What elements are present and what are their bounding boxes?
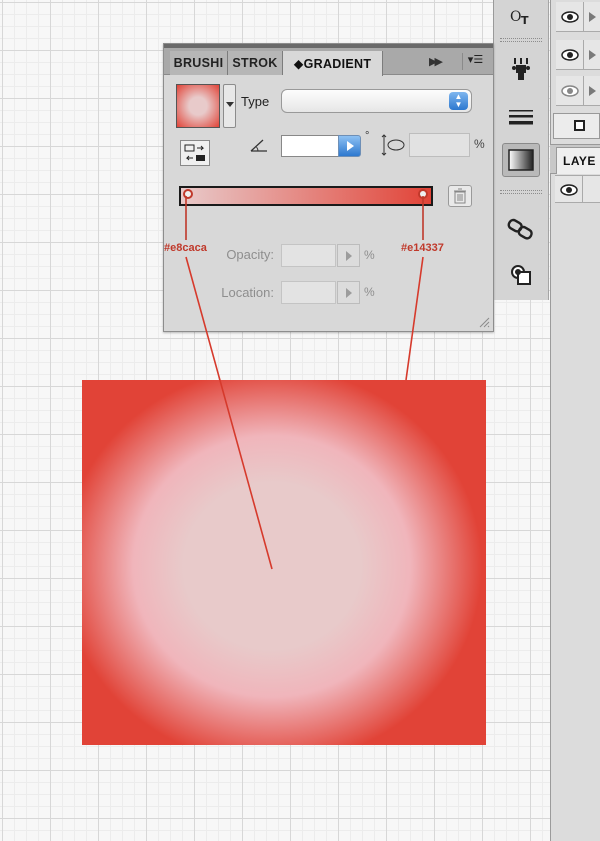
eye-icon[interactable] bbox=[556, 40, 584, 69]
angle-icon bbox=[250, 139, 267, 152]
gradient-artwork[interactable] bbox=[82, 380, 486, 745]
layer-row[interactable] bbox=[556, 76, 600, 106]
dock-separator bbox=[500, 38, 542, 42]
start-color-annotation: #e8caca bbox=[164, 242, 207, 254]
appearance-icon[interactable] bbox=[502, 258, 540, 292]
layer-row[interactable] bbox=[556, 2, 600, 32]
layers-tab-bar: LAYE bbox=[550, 144, 600, 174]
swatch-dropdown-button[interactable] bbox=[223, 84, 236, 128]
location-input[interactable] bbox=[281, 281, 336, 304]
type-label: Type bbox=[241, 94, 270, 109]
gradient-swatch[interactable] bbox=[176, 84, 220, 128]
stroke-lines-icon[interactable] bbox=[502, 100, 540, 134]
reverse-gradient-icon bbox=[184, 144, 205, 161]
gradient-icon[interactable] bbox=[502, 143, 540, 177]
trash-icon bbox=[454, 188, 466, 204]
tab-gradient[interactable]: ◆GRADIENT bbox=[283, 51, 383, 76]
links-icon[interactable] bbox=[502, 212, 540, 246]
expand-triangle-icon[interactable] bbox=[589, 86, 596, 96]
tab-stroke[interactable]: STROK bbox=[228, 51, 283, 75]
type-tool-icon[interactable]: OT bbox=[502, 0, 540, 34]
collapse-arrows-icon[interactable]: ▶▶ bbox=[429, 55, 443, 68]
expand-triangle-icon[interactable] bbox=[589, 12, 596, 22]
layers-mini-button[interactable] bbox=[553, 113, 600, 139]
svg-text:O: O bbox=[510, 9, 521, 25]
angle-dropdown-button[interactable] bbox=[338, 135, 361, 157]
dock-separator bbox=[500, 190, 542, 194]
delete-stop-button[interactable] bbox=[448, 185, 472, 207]
aspect-ratio-icon bbox=[381, 134, 405, 156]
select-arrows-icon: ▲ ▼ bbox=[449, 92, 468, 110]
type-select[interactable]: ▲ ▼ bbox=[281, 89, 472, 113]
aspect-ratio-input[interactable] bbox=[409, 133, 470, 157]
location-label: Location: bbox=[221, 285, 274, 300]
gradient-stop-start[interactable] bbox=[183, 189, 193, 199]
panel-tabbar: BRUSHI STROK ◆GRADIENT ▶▶ ▾☰ bbox=[164, 48, 493, 76]
symbol-sprayer-icon[interactable] bbox=[502, 52, 540, 86]
dock-strip: OT bbox=[493, 0, 549, 300]
tab-brushes[interactable]: BRUSHI bbox=[170, 51, 228, 75]
layer-row[interactable] bbox=[556, 40, 600, 70]
opacity-dropdown-button[interactable] bbox=[337, 244, 360, 267]
opacity-label: Opacity: bbox=[226, 247, 274, 262]
resize-grip-icon[interactable] bbox=[478, 316, 490, 328]
eye-icon[interactable] bbox=[556, 76, 584, 105]
gradient-panel: BRUSHI STROK ◆GRADIENT ▶▶ ▾☰ Type ▲ ▼ ° %… bbox=[163, 43, 494, 332]
location-dropdown-button[interactable] bbox=[337, 281, 360, 304]
panel-menu-icon[interactable]: ▾☰ bbox=[462, 53, 488, 70]
gradient-stop-end[interactable] bbox=[418, 189, 428, 199]
layer-row[interactable] bbox=[555, 175, 600, 203]
end-color-annotation: #e14337 bbox=[401, 242, 444, 254]
expand-triangle-icon[interactable] bbox=[589, 50, 596, 60]
opacity-percent: % bbox=[364, 248, 375, 262]
eye-icon[interactable] bbox=[556, 2, 584, 31]
angle-input[interactable] bbox=[281, 135, 339, 157]
gradient-slider[interactable] bbox=[179, 186, 433, 206]
aspect-percent: % bbox=[474, 137, 485, 151]
reverse-gradient-button[interactable] bbox=[180, 140, 210, 166]
square-icon bbox=[574, 120, 585, 131]
eye-icon[interactable] bbox=[555, 176, 583, 203]
degree-symbol: ° bbox=[365, 130, 370, 142]
tab-layers[interactable]: LAYE bbox=[556, 147, 600, 174]
location-percent: % bbox=[364, 285, 375, 299]
svg-text:T: T bbox=[521, 14, 529, 26]
opacity-input[interactable] bbox=[281, 244, 336, 267]
